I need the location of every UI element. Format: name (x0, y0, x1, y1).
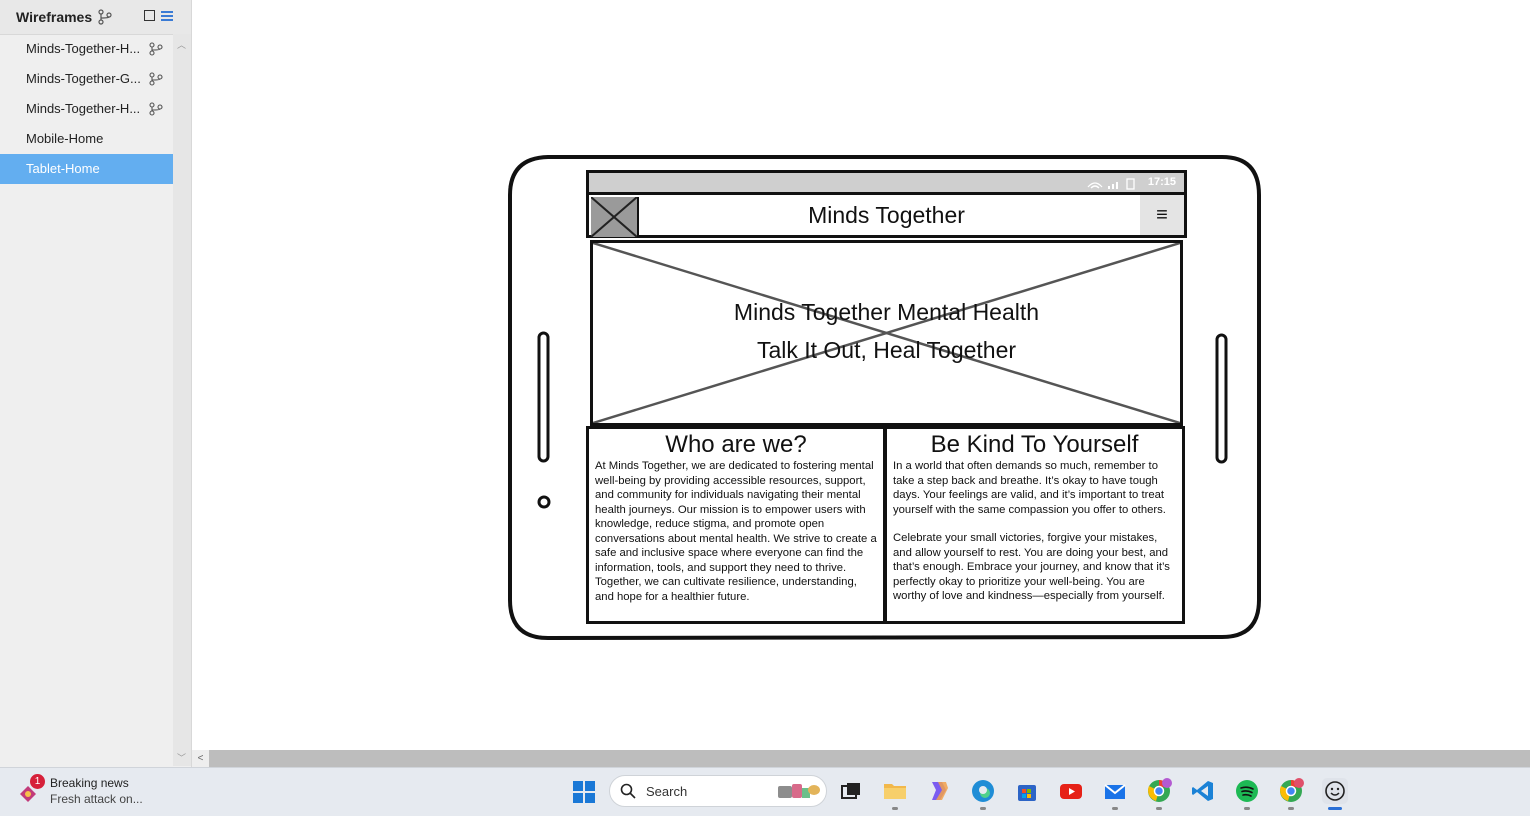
edge-icon[interactable] (970, 778, 996, 810)
hero-subtitle: Talk It Out, Heal Together (756, 337, 1017, 363)
be-kind-card: Be Kind To Yourself In a world that ofte… (884, 426, 1185, 624)
card-body: In a world that often demands so much, r… (893, 460, 1166, 516)
running-indicator (1112, 807, 1118, 810)
page-label: Minds-Together-H... (26, 101, 141, 116)
hero-title: Minds Together Mental Health (733, 299, 1040, 325)
card-heading: Who are we? (665, 431, 807, 458)
windows-start-icon[interactable] (572, 780, 596, 804)
page-item[interactable]: Minds-Together-H... (0, 94, 173, 124)
page-list: Minds-Together-H... Minds-Together-G... … (0, 34, 173, 184)
running-indicator (1244, 807, 1250, 810)
chrome-icon[interactable] (1278, 778, 1304, 810)
search-label: Search (646, 784, 688, 799)
page-label: Minds-Together-G... (26, 71, 141, 86)
who-are-we-card: Who are we? At Minds Together, we are de… (586, 426, 886, 624)
scroll-left-icon[interactable]: < (192, 750, 209, 767)
app-title: Minds Together (808, 202, 965, 228)
panel-title: Wireframes (16, 9, 93, 25)
balsamiq-icon[interactable] (1322, 778, 1348, 810)
copilot-icon[interactable] (926, 778, 952, 804)
news-widget[interactable]: 1 Breaking news Fresh attack on... (14, 774, 174, 810)
card-body: At Minds Together, we are dedicated to f… (595, 460, 877, 603)
mail-icon[interactable] (1102, 778, 1128, 810)
running-indicator (980, 807, 986, 810)
wireframes-panel: Wireframes Minds-Together-H... Minds-Tog… (0, 0, 192, 767)
status-time: 17:15 (1147, 176, 1176, 188)
active-indicator (1328, 807, 1342, 810)
microsoft-store-icon[interactable] (1014, 778, 1040, 804)
running-indicator (1156, 807, 1162, 810)
vscode-icon[interactable] (1190, 778, 1216, 804)
list-view-icon[interactable] (161, 9, 177, 25)
taskbar-search[interactable]: Search (609, 775, 827, 807)
page-item-selected[interactable]: Tablet-Home (0, 154, 173, 184)
spotify-icon[interactable] (1234, 778, 1260, 810)
youtube-icon[interactable] (1058, 778, 1084, 804)
running-indicator (892, 807, 898, 810)
windows-taskbar: 1 Breaking news Fresh attack on... Searc… (0, 767, 1530, 816)
hero-image-placeholder: Minds Together Mental Health Talk It Out… (590, 240, 1183, 426)
branch-icon[interactable] (97, 9, 113, 25)
page-item[interactable]: Mobile-Home (0, 124, 173, 154)
notification-badge: 1 (30, 774, 45, 789)
task-view-icon[interactable] (838, 778, 864, 804)
search-icon (620, 783, 636, 799)
news-title: Breaking news (50, 776, 129, 790)
sidebar-scrollbar[interactable]: ︿ ﹀ (173, 34, 191, 766)
card-body: Celebrate your small victories, forgive … (893, 532, 1170, 602)
page-label: Minds-Together-H... (26, 41, 141, 56)
scroll-down-icon[interactable]: ﹀ (177, 751, 186, 764)
news-subtitle: Fresh attack on... (50, 792, 143, 806)
search-highlight-icon (778, 784, 820, 798)
thumbnail-view-icon[interactable] (144, 10, 155, 21)
status-bar: 17:15 (586, 170, 1187, 192)
page-label: Mobile-Home (26, 131, 104, 146)
page-label: Tablet-Home (26, 161, 100, 176)
panel-header: Wireframes (0, 0, 191, 35)
branch-icon (149, 102, 163, 116)
file-explorer-icon[interactable] (882, 778, 908, 810)
menu-icon[interactable]: ≡ (1140, 195, 1184, 235)
scroll-up-icon[interactable]: ︿ (177, 38, 186, 51)
horizontal-scrollbar[interactable]: < (192, 750, 1530, 767)
branch-icon (149, 42, 163, 56)
chrome-icon[interactable] (1146, 778, 1172, 810)
page-item[interactable]: Minds-Together-G... (0, 64, 173, 94)
app-header: Minds Together ≡ (586, 192, 1187, 238)
card-heading: Be Kind To Yourself (930, 431, 1139, 458)
tablet-screen: 17:15 Minds Together ≡ Minds Together Me… (586, 170, 1187, 626)
branch-icon (149, 72, 163, 86)
page-item[interactable]: Minds-Together-H... (0, 34, 173, 64)
running-indicator (1288, 807, 1294, 810)
